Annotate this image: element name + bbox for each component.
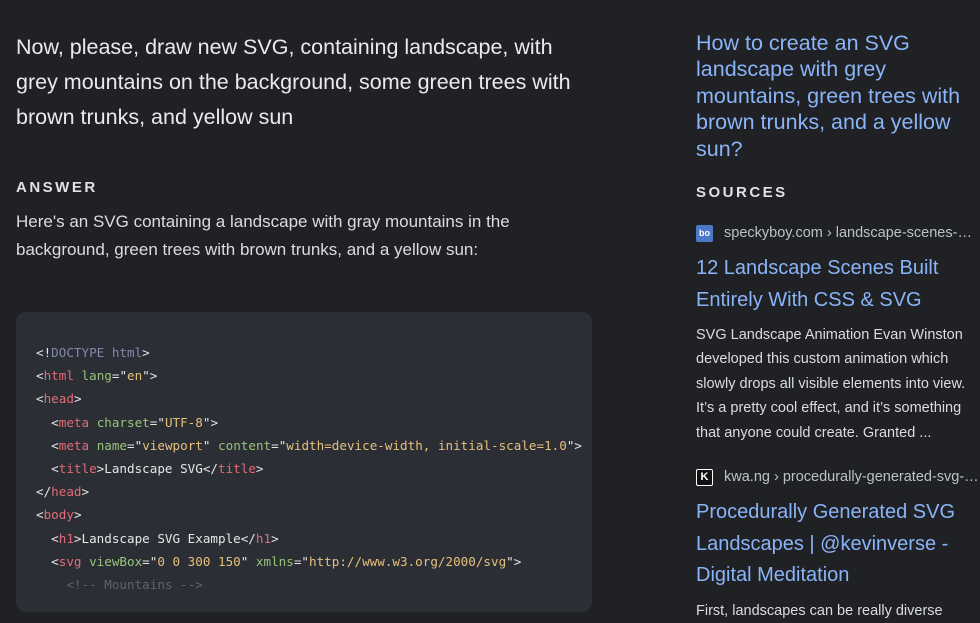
source-title-link[interactable]: 12 Landscape Scenes Built Entirely With … xyxy=(696,253,980,316)
source-title-link[interactable]: Procedurally Generated SVG Landscapes | … xyxy=(696,497,980,592)
sources-label: SOURCES xyxy=(696,184,788,202)
source-card-1[interactable]: bo speckyboy.com › landscape-scenes-buil… xyxy=(696,223,980,445)
kwang-favicon-icon: K xyxy=(696,468,713,486)
source-url[interactable]: kwa.ng › procedurally-generated-svg-land… xyxy=(724,469,980,485)
answer-panel: Now, please, draw new SVG, containing la… xyxy=(16,0,594,264)
source-url[interactable]: speckyboy.com › landscape-scenes-built-e… xyxy=(724,225,980,241)
related-question-title[interactable]: How to create an SVG landscape with grey… xyxy=(696,30,980,162)
source-card-2[interactable]: K kwa.ng › procedurally-generated-svg-la… xyxy=(696,467,980,623)
answer-label: ANSWER xyxy=(16,179,98,196)
sources-panel: How to create an SVG landscape with grey… xyxy=(696,0,980,623)
speckyboy-favicon-icon: bo xyxy=(696,224,713,242)
answer-text: Here's an SVG containing a landscape wit… xyxy=(16,212,510,259)
code-block[interactable]: <!DOCTYPE html> <html lang="en"> <head> … xyxy=(16,312,592,612)
code-content[interactable]: <!DOCTYPE html> <html lang="en"> <head> … xyxy=(16,312,592,596)
source-snippet: SVG Landscape Animation Evan Winston dev… xyxy=(696,327,966,441)
question-heading: Now, please, draw new SVG, containing la… xyxy=(16,35,571,129)
source-snippet: First, landscapes can be really diverse xyxy=(696,602,943,619)
